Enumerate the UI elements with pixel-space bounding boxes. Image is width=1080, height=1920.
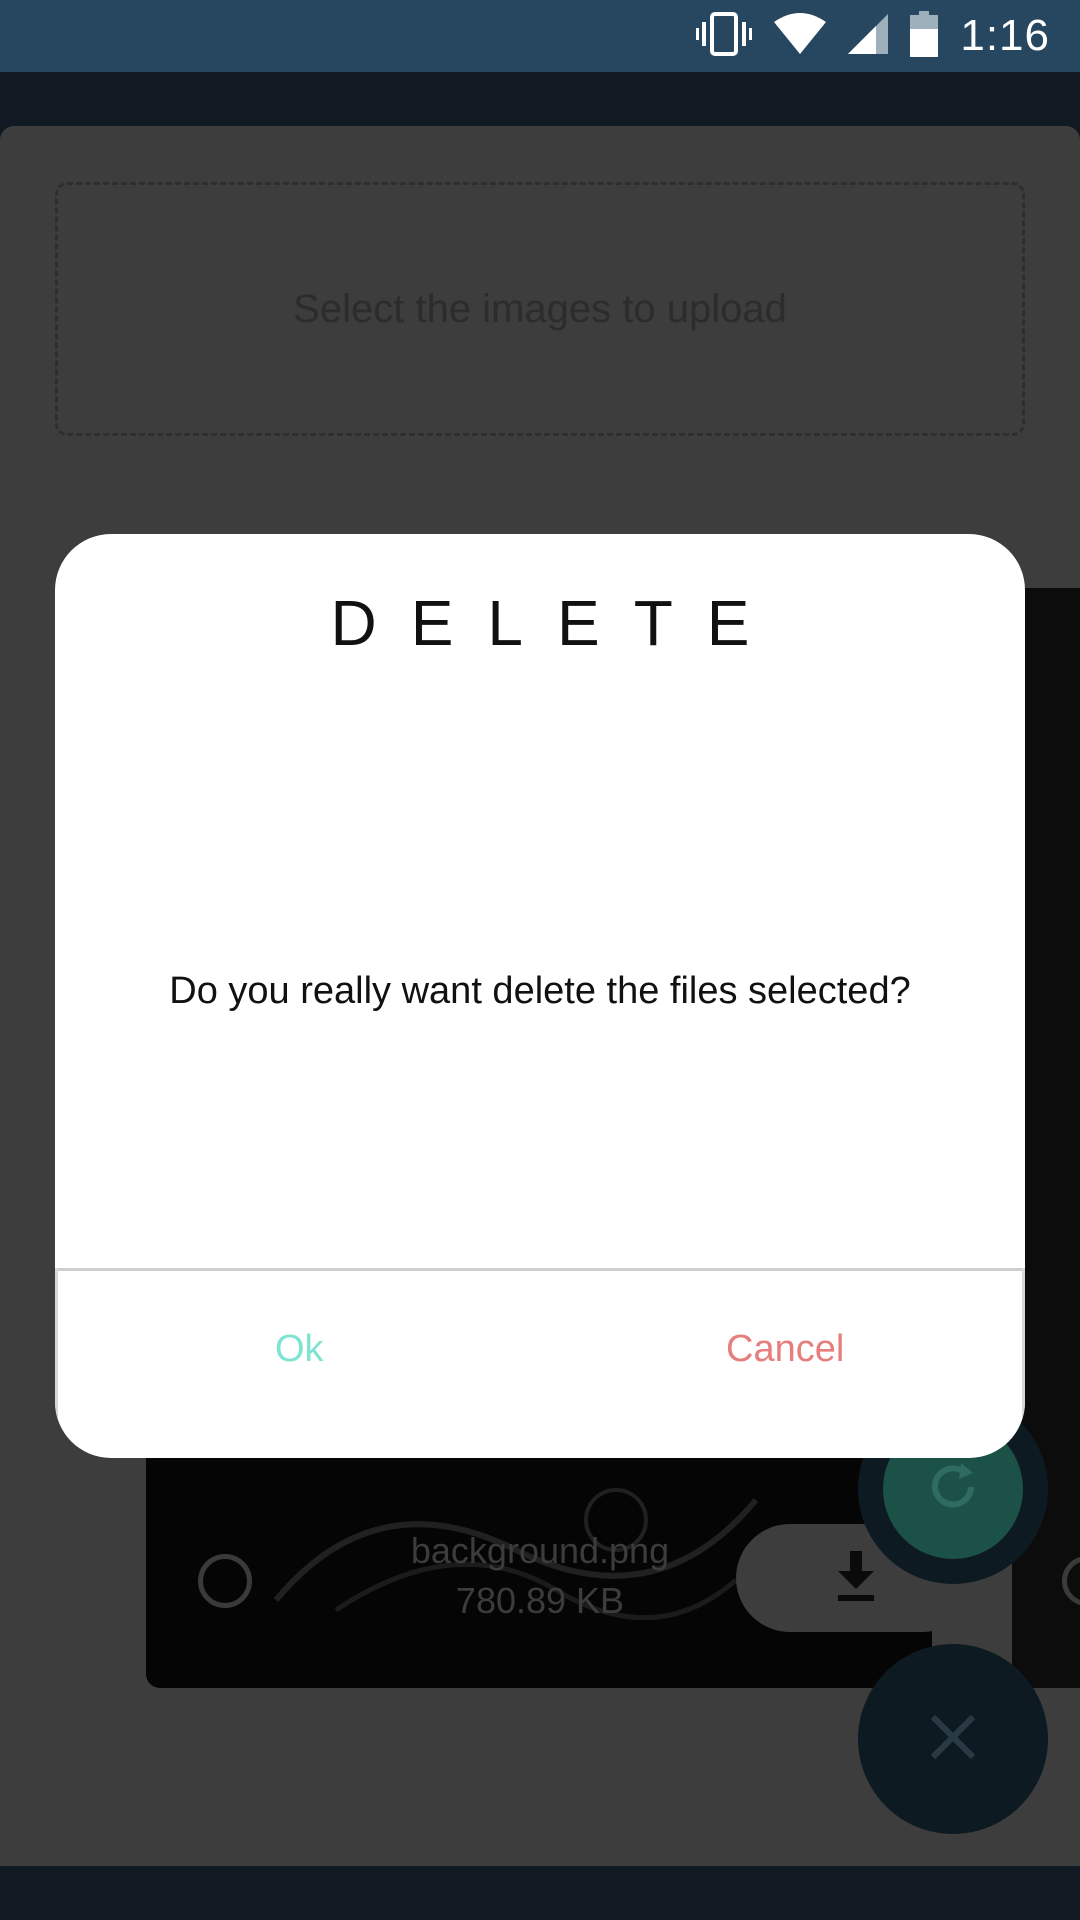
- signal-icon: [848, 13, 889, 59]
- dialog-divider: [55, 1268, 1025, 1271]
- dialog-title: DELETE: [330, 587, 784, 659]
- status-bar: 1:16: [0, 0, 1080, 72]
- select-checkbox[interactable]: [198, 1554, 252, 1608]
- upload-prompt: Select the images to upload: [293, 286, 787, 331]
- file-name: background.png: [410, 1530, 670, 1571]
- status-icons: 1:16: [696, 0, 1050, 72]
- vibrate-icon: [696, 10, 753, 63]
- refresh-icon: [925, 1459, 981, 1520]
- ok-button[interactable]: Ok: [255, 1318, 344, 1381]
- file-size: 780.89 KB: [455, 1580, 625, 1621]
- cancel-button[interactable]: Cancel: [706, 1318, 864, 1381]
- wifi-icon: [774, 12, 827, 61]
- close-button[interactable]: [858, 1644, 1048, 1834]
- upload-dropzone[interactable]: Select the images to upload: [55, 182, 1025, 436]
- dialog-message: Do you really want delete the files sele…: [169, 970, 911, 1012]
- screen: 1:16 Select the images to upload backgro…: [0, 0, 1080, 1920]
- download-icon: [834, 1550, 878, 1606]
- status-time: 1:16: [960, 11, 1050, 60]
- dialog-frame-right: [1022, 1268, 1025, 1458]
- delete-dialog: DELETE Do you really want delete the fil…: [55, 534, 1025, 1458]
- battery-icon: [910, 10, 939, 62]
- close-icon: [929, 1713, 977, 1766]
- dialog-frame-left: [55, 1268, 58, 1458]
